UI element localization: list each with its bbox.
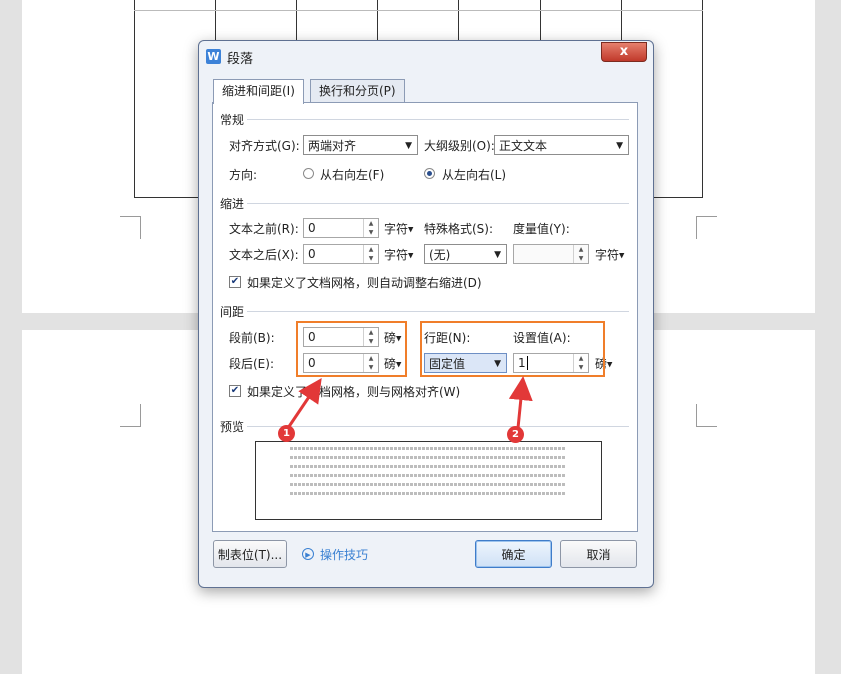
arrow-2 [508,376,533,429]
arrow-1 [286,378,322,429]
tab-indent-spacing[interactable]: 缩进和间距(I) [213,79,304,104]
annotation-marker-2: 2 [507,426,524,443]
annotation-arrows [286,376,533,429]
annotation-marker-1: 1 [278,425,295,442]
